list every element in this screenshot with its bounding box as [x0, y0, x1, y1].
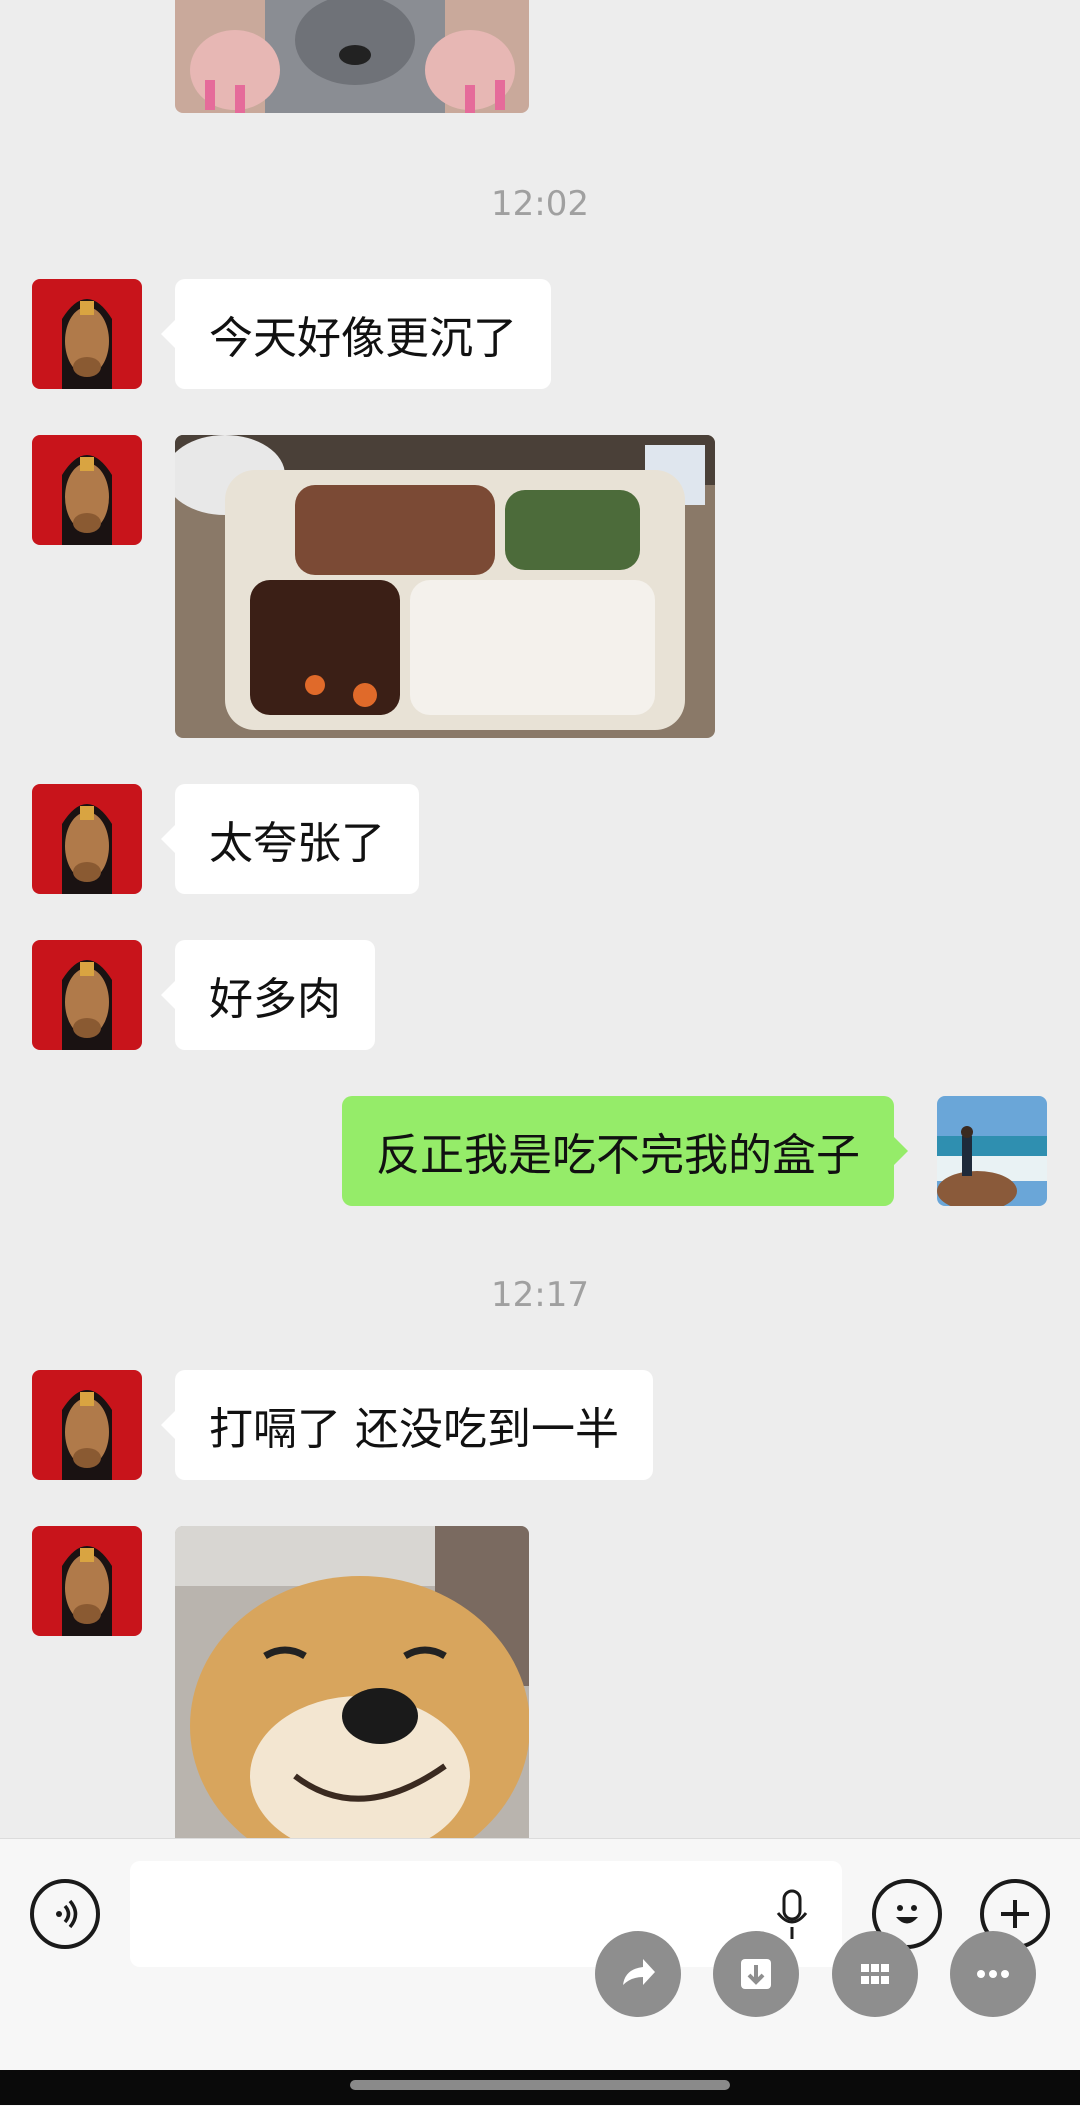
voice-icon[interactable] [30, 1879, 100, 1949]
timestamp: 12:17 [491, 1275, 589, 1315]
my-avatar[interactable] [937, 1096, 1047, 1206]
save-icon[interactable] [713, 1931, 799, 2017]
my-message-bubble[interactable]: 反正我是吃不完我的盒子 [342, 1096, 908, 1206]
image-message-bento-box[interactable] [175, 435, 715, 738]
share-icon[interactable] [595, 1931, 681, 2017]
home-indicator[interactable] [350, 2080, 730, 2090]
image-message-shiba-dog[interactable] [175, 1526, 529, 1838]
friend-avatar[interactable] [32, 1370, 142, 1480]
grid-icon[interactable] [832, 1931, 918, 2017]
previous-image-message[interactable] [175, 0, 529, 113]
message-bubble[interactable]: 今天好像更沉了 [161, 279, 551, 389]
message-bubble[interactable]: 打嗝了 还没吃到一半 [161, 1370, 653, 1480]
friend-avatar[interactable] [32, 940, 142, 1050]
friend-avatar[interactable] [32, 279, 142, 389]
more-icon[interactable] [950, 1931, 1036, 2017]
chat-area[interactable]: 12:02 今天好像更沉了 太夸张了 好多肉 反正我是吃不完我的盒子 12:17… [0, 0, 1080, 1838]
message-bubble[interactable]: 太夸张了 [161, 784, 419, 894]
friend-avatar[interactable] [32, 435, 142, 545]
friend-avatar[interactable] [32, 784, 142, 894]
timestamp: 12:02 [491, 184, 589, 224]
input-bar [0, 1838, 1080, 2106]
home-indicator-bar [0, 2070, 1080, 2105]
friend-avatar[interactable] [32, 1526, 142, 1636]
message-bubble[interactable]: 好多肉 [161, 940, 375, 1050]
